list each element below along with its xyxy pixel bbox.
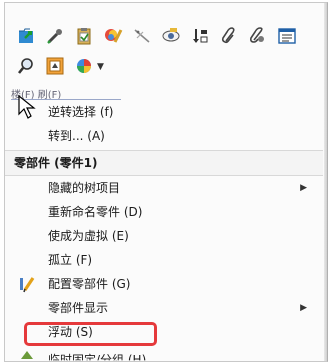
frame-view-icon[interactable] xyxy=(42,53,68,79)
configure-pencil-icon xyxy=(20,277,35,293)
hide-sketch-icon[interactable] xyxy=(129,23,155,49)
toolbar-row-2: ▼ xyxy=(13,53,104,81)
menu-item-invert-selection[interactable]: 逆转选择 (f) xyxy=(5,100,323,124)
context-menu-frame: ▼ 楼(F) 刷(F) 逆转选择 (f) 转到... (A) 零部件 (零件1)… xyxy=(4,2,328,362)
menu-item-label: 配置零部件 (G) xyxy=(48,277,131,291)
open-in-folder-icon[interactable] xyxy=(13,23,39,49)
menu-item-label: 使成为虚拟 (E) xyxy=(48,229,129,243)
clipboard-icon[interactable] xyxy=(71,23,97,49)
menu-item-label: 逆转选择 (f) xyxy=(48,105,114,119)
menu-item-label: 转到... (A) xyxy=(48,129,105,143)
menu-item-hidden-tree-items[interactable]: 隐藏的树项目 ▶ xyxy=(5,176,323,200)
appearance-palette-icon[interactable] xyxy=(71,53,97,79)
eyedropper-icon[interactable] xyxy=(42,23,68,49)
menu-item-go-to[interactable]: 转到... (A) xyxy=(5,124,323,148)
menu-item-label: 零部件显示 xyxy=(48,301,109,315)
zoom-search-icon[interactable] xyxy=(13,53,39,79)
menu-item-temp-fix-group[interactable]: 临时固定/分组 (H) xyxy=(48,351,146,360)
toolbar-row-1 xyxy=(13,23,303,51)
highlight-annotation-box xyxy=(24,322,157,346)
menu-item-make-virtual[interactable]: 使成为虚拟 (E) xyxy=(5,224,323,248)
menu-item-isolate[interactable]: 孤立 (F) xyxy=(5,248,323,272)
paperclip-icon[interactable] xyxy=(216,23,242,49)
edit-appearance-icon[interactable] xyxy=(100,23,126,49)
section-header-component: 零部件 (零件1) xyxy=(5,150,323,176)
sort-order-icon[interactable] xyxy=(187,23,213,49)
properties-list-icon[interactable] xyxy=(274,23,300,49)
link-chain-icon[interactable] xyxy=(245,23,271,49)
mouse-cursor-icon xyxy=(18,95,36,119)
menu-item-rename-part[interactable]: 重新命名零件 (D) xyxy=(5,200,323,224)
context-menu: 逆转选择 (f) 转到... (A) 零部件 (零件1) 隐藏的树项目 ▶ 重新… xyxy=(5,100,323,344)
menu-item-label: 孤立 (F) xyxy=(48,253,93,267)
menu-item-label: 重新命名零件 (D) xyxy=(48,205,143,219)
menu-item-configure-component[interactable]: 配置零部件 (G) xyxy=(5,272,323,296)
menu-item-label: 隐藏的树项目 xyxy=(48,181,121,195)
show-eye-icon[interactable] xyxy=(158,23,184,49)
submenu-arrow-icon: ▶ xyxy=(300,183,307,193)
fix-group-icon xyxy=(21,351,33,359)
palette-dropdown-arrow-icon[interactable]: ▼ xyxy=(97,62,104,72)
submenu-arrow-icon: ▶ xyxy=(300,303,307,313)
menu-item-component-display[interactable]: 零部件显示 ▶ xyxy=(5,296,323,320)
